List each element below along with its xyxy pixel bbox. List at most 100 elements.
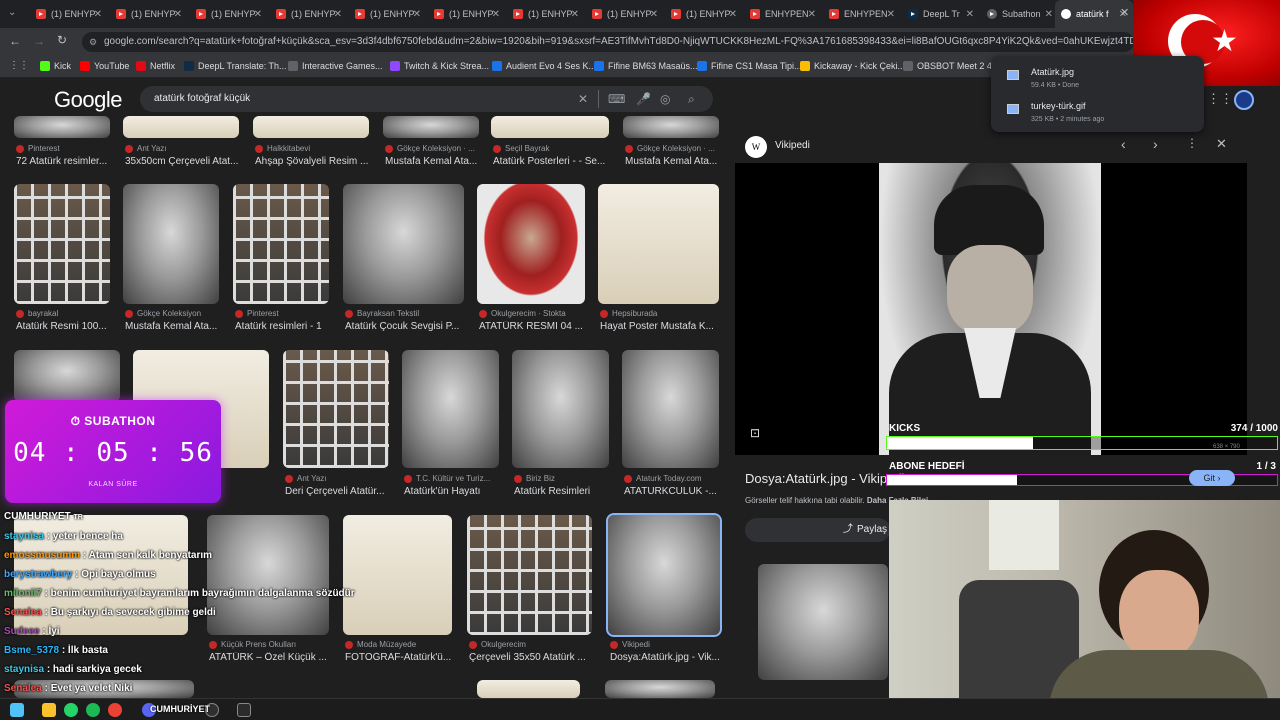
image-result-thumbnail[interactable] [467,515,592,635]
bookmark-item[interactable]: Kick [40,61,71,71]
search-input[interactable]: atatürk fotoğraf küçük [140,86,713,112]
share-button[interactable]: ⤴ Paylaş [745,518,890,542]
image-result-thumbnail[interactable] [477,680,580,698]
image-result-thumbnail[interactable] [123,116,239,138]
image-result-thumbnail[interactable] [402,350,499,468]
result-title[interactable]: Deri Çerçeveli Atatür... [285,486,399,497]
result-source[interactable]: Okulgerecim · Stokta [479,309,566,318]
bookmark-item[interactable]: Twitch & Kick Strea... [390,61,489,71]
result-title[interactable]: ATATURKCULUK -... [624,486,729,497]
git-button[interactable]: Git › [1189,470,1235,486]
result-title[interactable]: Atatürk Resimleri [514,486,619,497]
tab-search-icon[interactable]: ⌄ [8,7,16,18]
image-result-thumbnail[interactable] [233,184,329,304]
close-tab-icon[interactable]: ✕ [887,9,895,20]
image-result-thumbnail[interactable] [343,184,464,304]
tab-5[interactable]: (1) ENHYP ✕ [428,0,506,28]
preview-image[interactable] [879,163,1101,455]
clear-search-icon[interactable]: ✕ [578,92,588,106]
close-tab-icon[interactable]: ✕ [492,9,500,20]
bookmark-item[interactable]: Kickaway - Kick Çeki... [800,61,905,71]
whatsapp-icon[interactable] [64,703,78,717]
close-tab-icon[interactable]: ✕ [729,9,737,20]
result-title[interactable]: Dosya:Atatürk.jpg - Vik... [610,652,730,663]
more-options-icon[interactable]: ⋮ [1186,136,1198,150]
tab-2[interactable]: (1) ENHYP ✕ [190,0,268,28]
result-source[interactable]: Okulgerecim [469,640,526,649]
tab-0[interactable]: (1) ENHYP ✕ [30,0,108,28]
panel-title[interactable]: Dosya:Atatürk.jpg - Vikipedi [745,471,904,486]
keyboard-icon[interactable]: ⌨ [608,92,625,106]
image-result-thumbnail[interactable] [512,350,609,468]
result-title[interactable]: Mustafa Kemal Ata... [385,156,489,167]
search-submit-icon[interactable]: ⌕ [688,92,695,107]
new-tab-icon[interactable]: ✕ [1120,6,1129,19]
next-result-icon[interactable]: › [1153,136,1158,152]
tab-7[interactable]: (1) ENHYP ✕ [586,0,664,28]
close-tab-icon[interactable]: ✕ [174,9,182,20]
result-title[interactable]: Atatürk resimleri - 1 [235,321,339,332]
result-title[interactable]: Mustafa Kemal Ata... [125,321,229,332]
image-result-thumbnail[interactable] [477,184,585,304]
prev-result-icon[interactable]: ‹ [1121,136,1126,152]
close-tab-icon[interactable]: ✕ [254,9,262,20]
reload-icon[interactable]: ↻ [57,33,67,47]
result-title[interactable]: ATATÜRK RESMİ 04 ... [479,321,595,332]
panel-source[interactable]: Vikipedi [775,140,810,151]
result-title[interactable]: Hayat Poster Mustafa K... [600,321,729,332]
image-result-thumbnail[interactable] [622,350,719,468]
image-result-thumbnail[interactable] [253,116,369,138]
result-source[interactable]: Seçil Bayrak [493,144,549,153]
tab-8[interactable]: (1) ENHYP ✕ [665,0,743,28]
close-tab-icon[interactable]: ✕ [94,9,102,20]
result-source[interactable]: Halkkitabevi [255,144,310,153]
result-title[interactable]: 72 Atatürk resimler... [16,156,120,167]
chrome-icon[interactable] [108,703,122,717]
tab-9[interactable]: ENHYPEN ✕ [744,0,822,28]
bookmark-item[interactable]: Fifine CS1 Masa Tipi... [697,61,802,71]
result-source[interactable]: bayrakal [16,309,58,318]
image-result-thumbnail[interactable] [491,116,609,138]
image-result-thumbnail[interactable] [623,116,719,138]
tab-6[interactable]: (1) ENHYP ✕ [507,0,585,28]
lens-search-icon[interactable]: ◎ [660,92,670,106]
image-result-thumbnail[interactable] [383,116,479,138]
result-title[interactable]: Atatürk Çocuk Sevgisi P... [345,321,474,332]
bookmark-item[interactable]: DeepL Translate: Th... [184,61,287,71]
result-title[interactable]: Atatürk Posterleri - - Se... [493,156,619,167]
image-result-thumbnail[interactable] [605,680,715,698]
tab-1[interactable]: (1) ENHYP ✕ [110,0,188,28]
close-tab-icon[interactable]: ✕ [1045,9,1053,20]
result-title[interactable]: Atatürk Resmi 100... [16,321,120,332]
tab-4[interactable]: (1) ENHYP ✕ [349,0,427,28]
google-logo[interactable]: Google [54,87,122,113]
result-source[interactable]: Pinterest [16,144,60,153]
result-source[interactable]: Vikipedi [610,640,650,649]
site-info-icon[interactable]: ⚙ [89,32,97,52]
result-source[interactable]: Ant Yazı [125,144,167,153]
terminal-icon[interactable] [237,703,251,717]
apps-icon[interactable]: ⋮⋮ [9,60,29,71]
result-source[interactable]: Gökçe Koleksiyon [125,309,201,318]
spotify-icon[interactable] [86,703,100,717]
image-result-thumbnail[interactable] [606,513,722,637]
image-result-thumbnail[interactable] [598,184,719,304]
windows-start-icon[interactable] [10,703,24,717]
result-source[interactable]: Biriz Biz [514,474,555,483]
result-source[interactable]: Ataturk Today.com [624,474,702,483]
result-source[interactable]: Gökçe Koleksiyon · ... [625,144,715,153]
close-tab-icon[interactable]: ✕ [966,9,974,20]
image-result-thumbnail[interactable] [14,350,120,402]
result-title[interactable]: Çerçeveli 35x50 Atatürk ... [469,652,602,663]
result-title[interactable]: Mustafa Kemal Ata... [625,156,729,167]
tab-12[interactable]: Subathon ✕ [981,0,1059,28]
result-source[interactable]: Ant Yazı [285,474,327,483]
file-explorer-icon[interactable] [42,703,56,717]
close-panel-icon[interactable]: ✕ [1216,136,1227,152]
bookmark-item[interactable]: Netflix [136,61,175,71]
image-result-thumbnail[interactable] [123,184,219,304]
close-tab-icon[interactable]: ✕ [334,9,342,20]
address-bar[interactable]: ⚙ google.com/search?q=atatürk+fotoğraf+k… [82,32,1134,52]
lens-image-icon[interactable]: ⊡ [750,426,760,440]
download-item[interactable]: turkey-türk.gif 325 KB • 2 minutes ago [991,100,1204,130]
